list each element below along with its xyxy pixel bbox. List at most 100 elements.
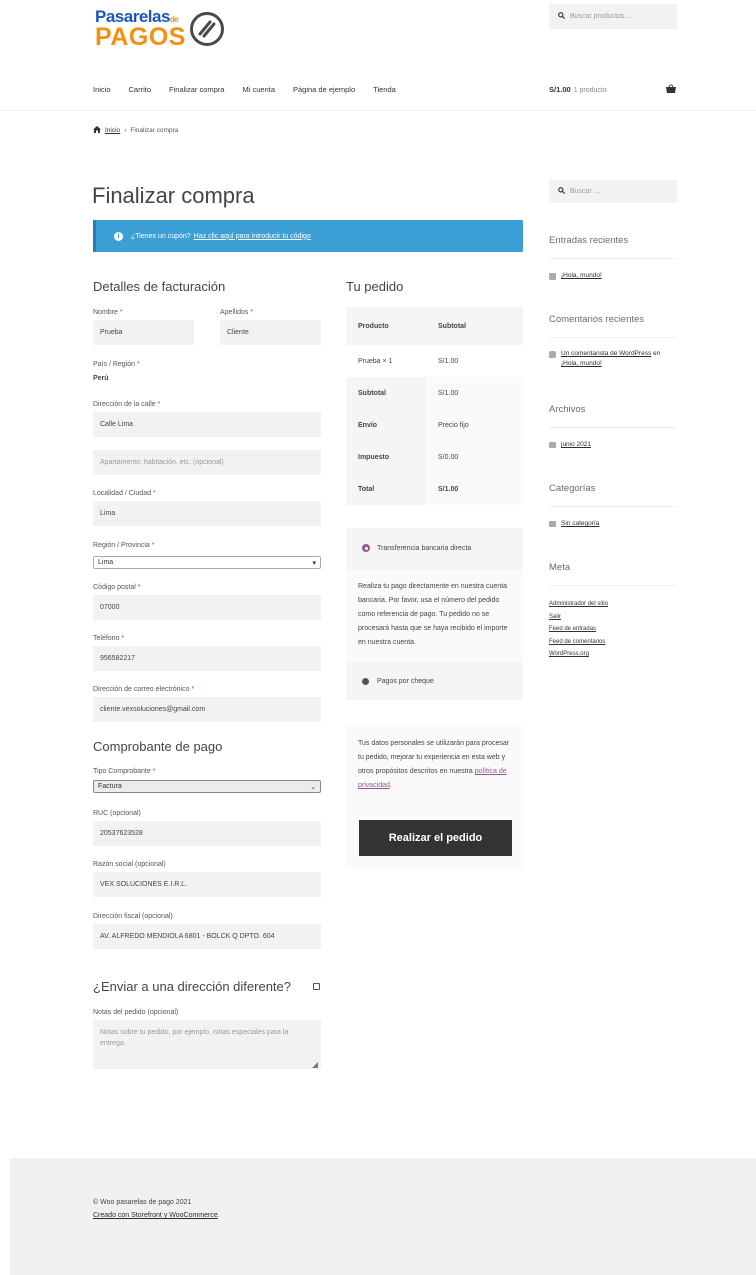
tipo-comprobante-select[interactable]: Factura ⌄ [93,780,321,793]
ruc-label: RUC (opcional) [93,810,141,817]
nav-item-pagina-ejemplo[interactable]: Página de ejemplo [293,85,355,94]
widget-divider [549,585,677,586]
page-title: Finalizar compra [92,183,255,208]
table-row: Total S/1.00 [346,473,523,505]
order-notes-textarea[interactable]: Notas sobre tu pedido, por ejemplo, nota… [93,1020,321,1069]
direccion-fiscal-field[interactable]: AV. ALFREDO MENDIOLA 6801 - BOLCK Q DPTO… [93,924,321,949]
comprobante-title: Comprobante de pago [93,739,223,754]
email-field[interactable]: cliente.vexsoluciones@gmail.com [93,697,321,722]
shopping-basket-icon[interactable] [666,84,676,95]
order-title: Tu pedido [346,279,404,294]
meta-link-logout[interactable]: Salir [549,611,608,624]
widget-divider [549,506,677,507]
footer-credit-link[interactable]: Creado con Storefront y WooCommerce [93,1212,218,1219]
resize-handle-icon[interactable] [312,1061,318,1070]
ciudad-field[interactable]: Lima [93,501,321,526]
logo-card-icon [189,12,224,46]
order-head-product: Producto [346,307,426,345]
order-head-subtotal: Subtotal [426,307,523,345]
postal-label: Código postal * [93,584,141,591]
header-search-input[interactable]: Buscar productos… [549,4,677,29]
nav-item-tienda[interactable]: Tienda [373,85,396,94]
email-label: Dirección de correo electrónico * [93,686,195,693]
recent-posts-title: Entradas recientes [549,235,629,246]
nav-item-finalizar-compra[interactable]: Finalizar compra [169,85,224,94]
calle-label: Dirección de la calle * [93,401,161,408]
comment-icon [549,350,556,358]
recent-post-item: ¡Hola, mundo! [549,271,602,281]
region-select[interactable]: Lima ▾ [93,556,321,569]
sidebar-search-input[interactable]: Buscar … [549,180,677,203]
meta-link-admin[interactable]: Administrador del sitio [549,598,608,611]
folder-icon [549,441,556,448]
payment-option-cheque[interactable]: Pagos por cheque [362,678,434,685]
widget-divider [549,427,677,428]
ciudad-label: Localidad / Ciudad * [93,490,156,497]
table-row: Impuesto S/0.00 [346,441,523,473]
pais-label: País / Región * [93,361,140,368]
ship-different-checkbox[interactable] [313,983,320,990]
header-cart-link[interactable]: S/1.00 1 producto [549,85,607,94]
table-row: Envío Precio fijo [346,409,523,441]
nombre-label: Nombre * [93,309,123,316]
cart-count: 1 producto [573,87,607,94]
logo-text-bottom: PAGOS [95,23,186,51]
categories-title: Categorías [549,483,596,494]
document-icon [549,272,556,280]
coupon-toggle-link[interactable]: Haz clic aquí para introducir tu código [194,233,311,240]
calle-field[interactable]: Calle Lima [93,412,321,437]
chevron-down-icon: ▾ [312,559,316,567]
ruc-field[interactable]: 20537623528 [93,821,321,846]
category-item: Sin categoría [549,519,599,529]
breadcrumb-home-link[interactable]: Inicio [105,127,120,134]
nombre-field[interactable]: Prueba [93,320,194,345]
home-icon [93,126,101,135]
recent-comment-item: Un comentarista de WordPress en ¡Hola, m… [549,349,677,369]
telefono-field[interactable]: 956582217 [93,646,321,671]
site-footer: © Woo pasarelas de pago 2021 Creado con … [10,1158,756,1275]
apellidos-label: Apellidos * [220,309,254,316]
search-icon [558,187,566,196]
payment-description: Realiza tu pago directamente en nuestra … [346,570,523,662]
apellidos-field[interactable]: Cliente [220,320,321,345]
order-table-header: Producto Subtotal [346,307,523,345]
breadcrumb: Inicio › Finalizar compra [93,126,178,135]
ship-different-title: ¿Enviar a una dirección diferente? [93,979,292,994]
meta-links: Administrador del sitio Salir Feed de en… [549,598,608,661]
radio-unselected-icon [362,678,369,685]
widget-divider [549,337,677,338]
razon-social-label: Razón social (opcional) [93,861,166,868]
postal-field[interactable]: 07000 [93,595,321,620]
nav-item-inicio[interactable]: Inicio [93,85,111,94]
meta-link-wordpress[interactable]: WordPress.org [549,648,608,661]
widget-divider [549,258,677,259]
tipo-comprobante-label: Tipo Comprobante * [93,768,156,775]
coupon-notice-text: ¿Tienes un cupón? [131,232,191,240]
footer-copyright: © Woo pasarelas de pago 2021 [93,1199,192,1206]
apartamento-field[interactable]: Apartamento, habitación, etc. (opcional) [93,450,321,475]
table-row: Subtotal S/1.00 [346,377,523,409]
pais-value: Perú [93,375,109,382]
order-notes-label: Notas del pedido (opcional) [93,1009,179,1016]
header-divider [0,110,756,111]
archives-title: Archivos [549,404,586,415]
archive-item: junio 2021 [549,440,591,450]
chevron-down-icon: ⌄ [310,783,316,791]
place-order-button[interactable]: Realizar el pedido [359,820,512,856]
coupon-notice: i ¿Tienes un cupón? Haz clic aquí para i… [93,220,523,252]
meta-link-entries-feed[interactable]: Feed de entradas [549,623,608,636]
primary-nav: Inicio Carrito Finalizar compra Mi cuent… [93,85,396,94]
site-logo[interactable]: Pasarelasde PAGOS [95,8,224,50]
meta-link-comments-feed[interactable]: Feed de comentarios [549,636,608,649]
breadcrumb-separator: › [124,127,127,134]
search-icon [558,12,566,21]
razon-social-field[interactable]: VEX SOLUCIONES E.I.R.L. [93,872,321,897]
nav-item-carrito[interactable]: Carrito [129,85,152,94]
nav-item-mi-cuenta[interactable]: Mi cuenta [242,85,275,94]
direccion-fiscal-label: Dirección fiscal (opcional) [93,913,173,920]
payment-option-bacs[interactable]: Transferencia bancaria directa [362,544,471,552]
breadcrumb-current: Finalizar compra [130,127,179,134]
folder-icon [549,520,556,527]
billing-title: Detalles de facturación [93,279,226,294]
info-icon: i [114,231,123,241]
